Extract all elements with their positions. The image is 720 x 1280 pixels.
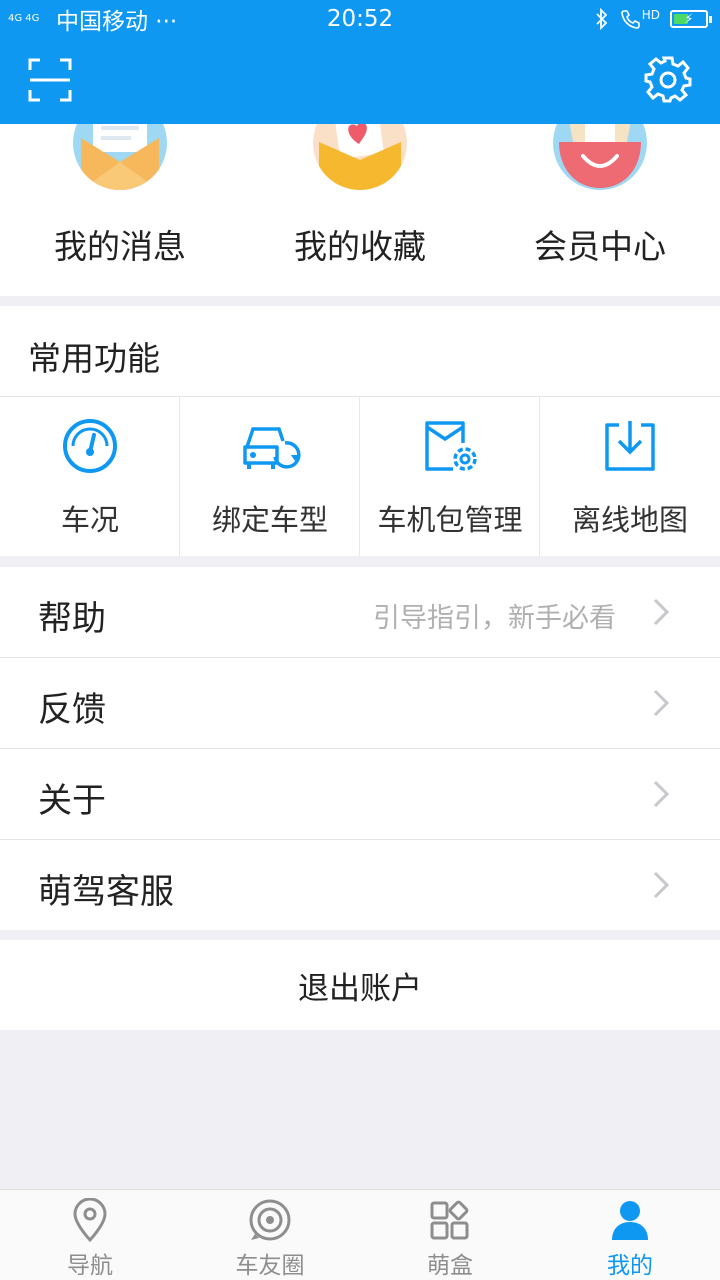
function-package-manager[interactable]: 车机包管理: [360, 397, 540, 556]
status-bar: 4G 4G 中国移动 ··· 20:52 HD ⚡: [0, 0, 720, 38]
menu-label: 反馈: [38, 690, 106, 730]
function-grid: 车况 绑定车型 车机包管理 离线地图: [0, 397, 720, 556]
logout-button[interactable]: 退出账户: [0, 940, 720, 1030]
member-smile-icon: [553, 124, 647, 190]
tab-label: 导航: [67, 1253, 113, 1279]
download-icon: [605, 421, 655, 471]
bottom-tab-bar: 导航 车友圈 萌盒 我的: [0, 1189, 720, 1280]
chevron-right-icon: [653, 780, 670, 808]
tab-label: 我的: [607, 1253, 653, 1279]
function-label: 离线地图: [571, 503, 688, 537]
location-pin-icon: [73, 1198, 107, 1242]
menu-item-customer-service[interactable]: 萌驾客服: [0, 840, 720, 930]
quick-action-favorites[interactable]: 我的收藏: [240, 124, 480, 296]
menu-label: 帮助: [38, 599, 106, 639]
menu-label: 萌驾客服: [38, 872, 174, 912]
menu-item-about[interactable]: 关于: [0, 749, 720, 840]
common-functions-section: 常用功能 车况 绑定车型 车机包管理 离线地图: [0, 306, 720, 556]
package-settings-icon: [425, 421, 477, 471]
quick-action-label: 我的消息: [54, 227, 186, 266]
quick-action-messages[interactable]: 我的消息: [0, 124, 240, 296]
scan-icon[interactable]: [28, 58, 72, 102]
function-offline-map[interactable]: 离线地图: [540, 397, 720, 556]
user-profile-icon: [612, 1201, 648, 1240]
function-label: 车况: [60, 503, 119, 537]
menu-hint: 引导指引，新手必看: [373, 603, 616, 634]
app-bar: [0, 38, 720, 124]
function-bind-model[interactable]: 绑定车型: [180, 397, 360, 556]
carrier-name: 中国移动 ···: [56, 9, 178, 35]
charging-bolt-icon: ⚡: [684, 11, 694, 27]
gauge-icon: [63, 419, 117, 473]
favorite-heart-envelope-icon: [313, 124, 407, 190]
tab-mine[interactable]: 我的: [540, 1190, 720, 1280]
signal-indicator: 4G 4G: [8, 13, 40, 24]
function-label: 绑定车型: [211, 503, 328, 537]
tab-navigation[interactable]: 导航: [0, 1190, 180, 1280]
battery-icon: ⚡: [670, 10, 712, 28]
chevron-right-icon: [653, 689, 670, 717]
hd-label: HD: [641, 8, 660, 22]
menu-item-help[interactable]: 帮助 引导指引，新手必看: [0, 567, 720, 658]
tab-community[interactable]: 车友圈: [180, 1190, 360, 1280]
chevron-right-icon: [653, 598, 670, 626]
status-right: HD ⚡: [594, 8, 712, 30]
quick-action-label: 会员中心: [534, 227, 666, 266]
section-title: 常用功能: [28, 339, 160, 378]
function-label: 车机包管理: [377, 503, 523, 537]
tab-box[interactable]: 萌盒: [360, 1190, 540, 1280]
status-left: 4G 4G 中国移动 ···: [8, 2, 177, 36]
message-envelope-icon: [73, 124, 167, 190]
quick-action-label: 我的收藏: [294, 227, 426, 266]
tab-label: 萌盒: [427, 1253, 473, 1279]
community-ring-icon: [249, 1199, 291, 1241]
menu-item-feedback[interactable]: 反馈: [0, 658, 720, 749]
function-car-status[interactable]: 车况: [0, 397, 180, 556]
app-grid-icon: [430, 1200, 469, 1240]
settings-menu: 帮助 引导指引，新手必看 反馈 关于 萌驾客服: [0, 567, 720, 930]
hd-call-icon: HD: [620, 8, 660, 30]
car-sync-icon: [243, 427, 301, 469]
settings-icon[interactable]: [644, 56, 692, 104]
quick-action-member[interactable]: 会员中心: [480, 124, 720, 296]
quick-actions-card: 我的消息 我的收藏 会员中心: [0, 124, 720, 296]
menu-label: 关于: [38, 781, 106, 821]
chevron-right-icon: [653, 871, 670, 899]
tab-label: 车友圈: [235, 1253, 305, 1279]
bluetooth-icon: [596, 8, 608, 30]
